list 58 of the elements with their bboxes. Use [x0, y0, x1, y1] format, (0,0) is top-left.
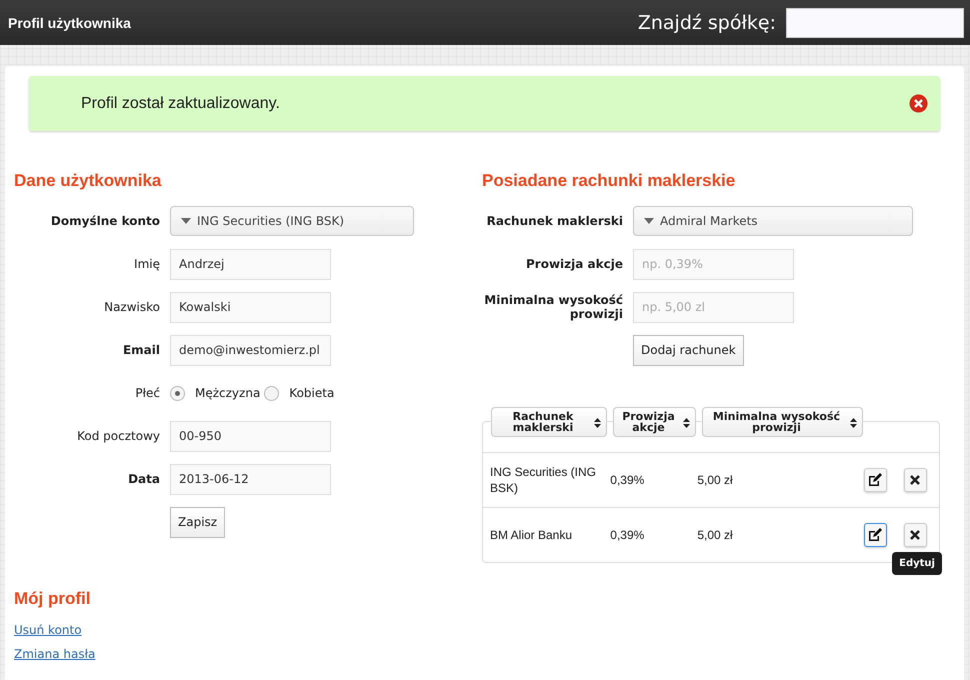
section-title: Dane użytkownika — [14, 171, 162, 191]
radio-label: Mężczyzna — [195, 386, 260, 400]
section-title: Posiadane rachunki maklerskie — [482, 171, 736, 191]
table-cell-text: 0,39% — [610, 472, 646, 488]
field-label: Data — [127, 472, 161, 486]
table-cell-text: ING Securities (ING BSK) — [490, 464, 598, 496]
dropdown[interactable]: ING Securities (ING BSK) — [170, 206, 414, 236]
page-title: Profil użytkownika — [8, 14, 131, 30]
search-label: Znajdź spółkę: — [638, 12, 776, 34]
profile-link[interactable]: Usuń konto — [14, 623, 82, 637]
input-field[interactable]: Andrzej — [170, 248, 331, 280]
table-cell-text: 5,00 zł — [697, 472, 734, 488]
table-cell-text: 5,00 zł — [697, 527, 734, 543]
edit-icon — [868, 528, 882, 542]
field-label: Kod pocztowy — [76, 429, 161, 443]
sort-icon — [850, 418, 857, 428]
field-label: Prowizja akcje — [525, 257, 624, 271]
column-header[interactable]: Rachunek maklerski — [490, 407, 607, 437]
sort-icon — [682, 418, 690, 428]
input-field[interactable]: 00-950 — [170, 420, 331, 452]
delete-button[interactable] — [904, 523, 928, 547]
edit-icon — [868, 473, 882, 487]
column-header[interactable]: Prowizja akcje — [612, 407, 696, 437]
alert-message: Profil został zaktualizowany. — [81, 94, 280, 112]
input-field[interactable]: Kowalski — [170, 292, 331, 322]
search-field[interactable] — [786, 8, 964, 38]
tooltip: Edytuj — [892, 552, 942, 575]
field-label: Minimalna wysokość prowizji — [483, 293, 624, 321]
close-icon — [910, 530, 920, 540]
caret-icon — [644, 218, 654, 224]
edit-button[interactable] — [864, 523, 888, 547]
sort-icon — [594, 418, 601, 428]
caret-icon — [181, 218, 191, 224]
add-account-button[interactable]: Dodaj rachunek — [632, 334, 744, 366]
dropdown[interactable]: Admiral Markets — [632, 206, 913, 236]
field-label: Nazwisko — [103, 300, 161, 314]
input-field[interactable]: np. 0,39% — [632, 248, 794, 280]
table-cell-text: 0,39% — [610, 527, 646, 543]
field-label: Imię — [133, 257, 161, 271]
input-field[interactable]: np. 5,00 zl — [632, 292, 794, 322]
field-label: Email — [122, 343, 161, 357]
profile-link[interactable]: Zmiana hasła — [14, 647, 96, 661]
column-header[interactable]: Minimalna wysokość prowizji — [702, 407, 863, 437]
section-title: Mój profil — [14, 589, 92, 609]
edit-button[interactable] — [864, 468, 888, 492]
close-icon — [910, 475, 920, 485]
field-label: Domyślne konto — [50, 214, 161, 228]
delete-button[interactable] — [904, 468, 928, 492]
field-label: Rachunek maklerski — [486, 214, 624, 228]
field-label: Płeć — [134, 386, 161, 400]
input-field[interactable]: 2013-06-12 — [170, 464, 331, 494]
radio-button[interactable] — [170, 386, 185, 400]
save-button[interactable]: Zapisz — [170, 506, 226, 538]
input-field[interactable]: demo@inwestomierz.pl — [170, 334, 331, 366]
radio-button[interactable] — [264, 386, 280, 400]
table-cell-text: BM Alior Banku — [490, 527, 574, 543]
close-icon[interactable] — [909, 94, 928, 113]
radio-label: Kobieta — [289, 386, 334, 400]
